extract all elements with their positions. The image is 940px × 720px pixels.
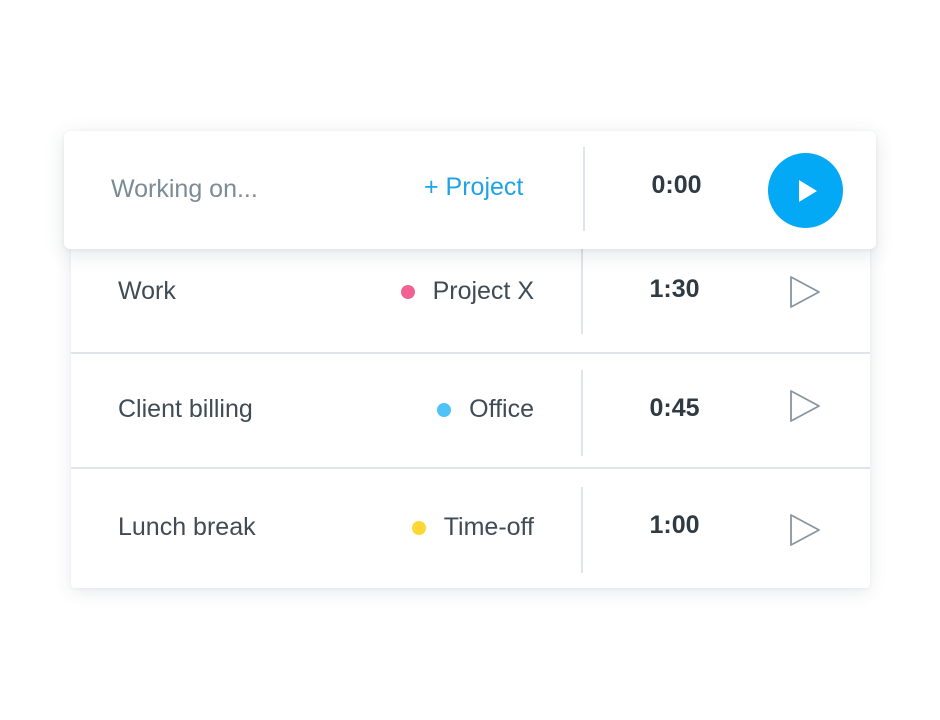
entry-project[interactable]: Project X xyxy=(400,277,534,306)
entry-description[interactable]: Work xyxy=(118,277,176,306)
project-color-dot xyxy=(400,284,415,299)
column-divider xyxy=(583,147,585,231)
entry-description[interactable]: Client billing xyxy=(118,395,253,424)
entry-project-label: Time-off xyxy=(443,513,534,541)
description-input[interactable] xyxy=(111,171,411,207)
time-entries-list: Work Project X 1:30 Client billing Offic… xyxy=(71,238,870,588)
add-project-button[interactable]: + Project xyxy=(424,173,523,202)
play-outline-icon xyxy=(790,276,820,308)
entry-project-label: Office xyxy=(469,395,534,423)
project-color-dot xyxy=(437,402,452,417)
timer-elapsed[interactable]: 0:00 xyxy=(620,171,733,200)
play-outline-icon xyxy=(790,514,820,546)
entry-duration[interactable]: 0:45 xyxy=(617,394,732,423)
column-divider xyxy=(581,370,583,456)
play-outline-icon xyxy=(790,390,820,422)
project-color-dot xyxy=(411,520,426,535)
entry-project-label: Project X xyxy=(432,277,534,305)
continue-entry-button[interactable] xyxy=(787,274,823,310)
time-entry-row[interactable]: Lunch break Time-off 1:00 xyxy=(71,469,870,588)
entry-description[interactable]: Lunch break xyxy=(118,513,256,542)
entry-duration[interactable]: 1:00 xyxy=(617,511,732,540)
play-icon xyxy=(798,179,817,202)
column-divider xyxy=(581,487,583,573)
timer-bar: + Project 0:00 xyxy=(64,131,876,249)
start-timer-button[interactable] xyxy=(768,153,843,228)
entry-project[interactable]: Office xyxy=(437,395,534,424)
continue-entry-button[interactable] xyxy=(787,388,823,424)
continue-entry-button[interactable] xyxy=(787,512,823,548)
time-entry-row[interactable]: Client billing Office 0:45 xyxy=(71,354,870,468)
entry-project[interactable]: Time-off xyxy=(411,513,534,542)
column-divider xyxy=(581,248,583,334)
time-entry-row[interactable]: Work Project X 1:30 xyxy=(71,238,870,353)
entry-duration[interactable]: 1:30 xyxy=(617,275,732,304)
